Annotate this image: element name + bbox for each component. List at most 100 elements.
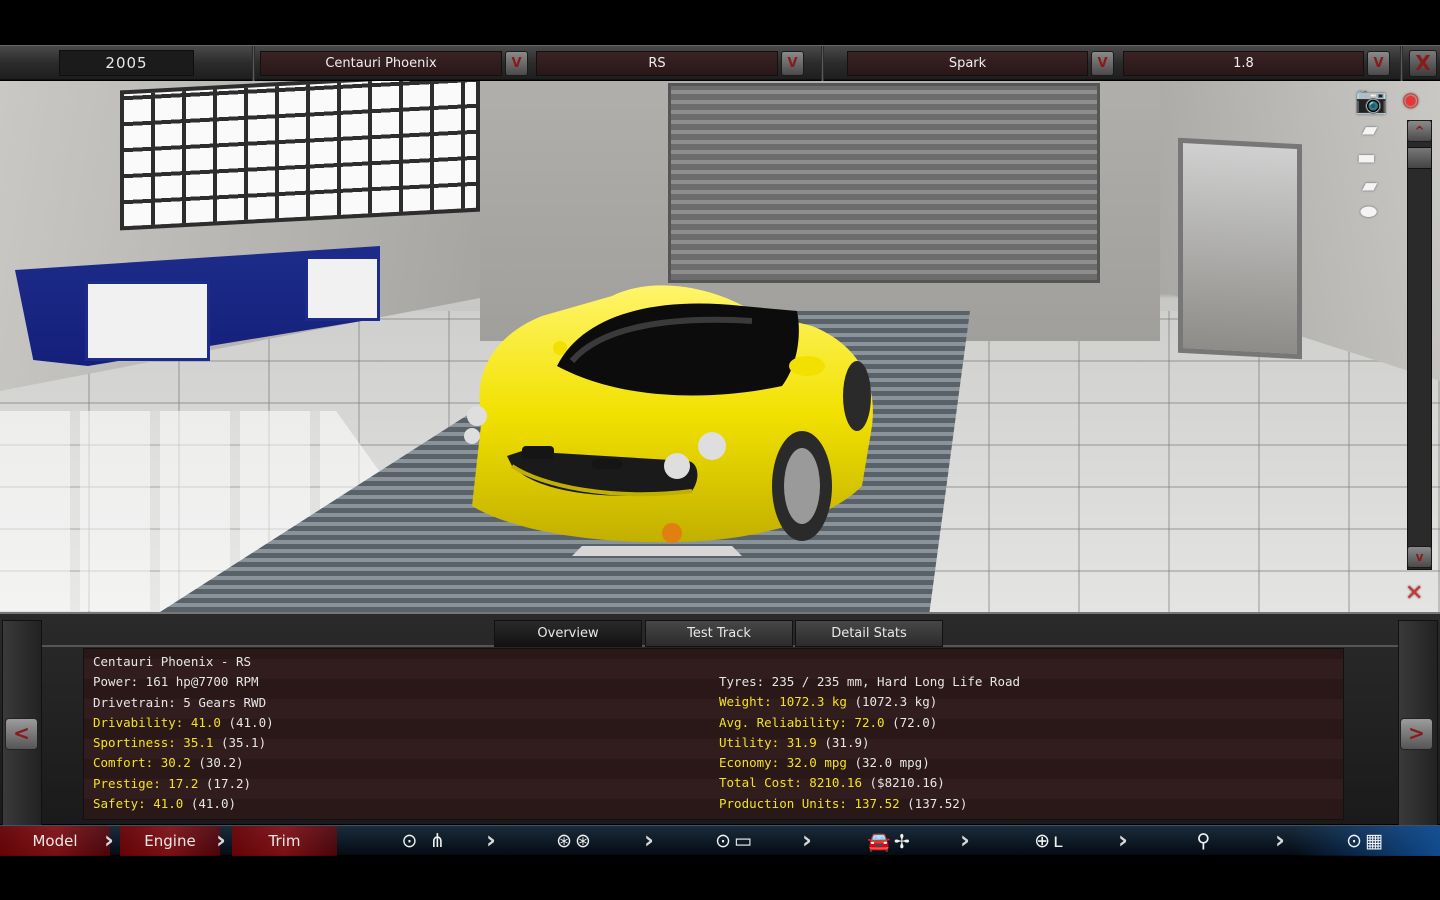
divider	[252, 46, 255, 81]
interior-icon: ⊕ʟ	[1034, 830, 1066, 852]
stat-value: (1072.3 kg)	[854, 694, 938, 710]
stat-label: Production Units: 137.52	[719, 795, 900, 811]
prev-button[interactable]: <	[5, 718, 38, 750]
side-door	[1178, 137, 1302, 360]
tab-overview[interactable]: Overview	[494, 620, 642, 647]
stat-row: Sportiness: 35.1 (35.1)	[93, 733, 274, 753]
close-button[interactable]: X	[1409, 50, 1437, 77]
info-panel: Overview Test Track Detail Stats < > Cen…	[0, 612, 1440, 826]
nav-interior[interactable]: ⊕ʟ	[1000, 826, 1100, 856]
chevron-right-icon: ›	[216, 826, 226, 854]
nav-trim[interactable]: Trim	[232, 826, 337, 856]
stat-value: (31.9)	[824, 734, 870, 750]
engine-dropdown[interactable]: Spark V	[847, 51, 1114, 76]
car-side-icon[interactable]: ▬	[1357, 145, 1376, 169]
stat-row: Production Units: 137.52 (137.52)	[719, 794, 1020, 814]
stat-label: Total Cost: 8210.16	[719, 775, 862, 791]
stat-value: (35.1)	[220, 735, 267, 751]
wheels-icon: ⊛⊛	[556, 830, 594, 852]
chassis-icon: ⊙▭	[715, 830, 755, 852]
car-model[interactable]	[452, 216, 877, 556]
stat-value: (72.0)	[892, 714, 938, 730]
stat-label: Utility: 31.9	[719, 734, 817, 750]
cabinet	[305, 256, 380, 321]
nav-body[interactable]: 🚘✢	[830, 826, 950, 856]
stat-row: Prestige: 17.2 (17.2)	[93, 774, 274, 794]
chevron-down-icon[interactable]: V	[1367, 51, 1390, 76]
suspension-icon: ⚲	[1196, 830, 1214, 852]
cabinet	[85, 281, 210, 361]
model-dropdown[interactable]: Centauri Phoenix V	[260, 51, 528, 76]
tab-test-track[interactable]: Test Track	[645, 620, 793, 647]
gearbox-icon: ⊙ ⋔	[401, 830, 449, 852]
tab-detail-stats[interactable]: Detail Stats	[795, 620, 943, 647]
nav-gearbox[interactable]: ⊙ ⋔	[370, 826, 480, 856]
nav-suspension[interactable]: ⚲	[1150, 826, 1260, 856]
stats-left-column: Centauri Phoenix - RS Power: 161 hp@7700…	[93, 652, 274, 814]
stat-value: (137.52)	[907, 795, 968, 811]
stat-value: (41.0)	[190, 796, 236, 812]
trim-dropdown[interactable]: RS V	[536, 51, 804, 76]
nav-finish[interactable]: ⊙▦	[1292, 826, 1440, 856]
stat-row: Weight: 1072.3 kg (1072.3 kg)	[719, 692, 1020, 712]
chevron-down-icon[interactable]: V	[781, 51, 804, 76]
stat-label: Safety: 41.0	[93, 796, 184, 812]
stat-label: Weight: 1072.3 kg	[719, 694, 847, 710]
stat-row: Comfort: 30.2 (30.2)	[93, 753, 274, 773]
chevron-right-icon: ›	[802, 826, 812, 854]
trim-value: RS	[536, 51, 778, 76]
year-display: 2005	[59, 50, 194, 76]
scrollbar-thumb[interactable]	[1407, 147, 1432, 169]
stat-row: Power: 161 hp@7700 RPM	[93, 672, 274, 692]
car-top-icon[interactable]: ⬬	[1360, 199, 1377, 223]
car-title: Centauri Phoenix - RS	[93, 654, 252, 669]
stat-row: Tyres: 235 / 235 mm, Hard Long Life Road	[719, 672, 1020, 692]
chevron-right-icon: ›	[1118, 826, 1128, 854]
stat-label: Sportiness: 35.1	[93, 735, 214, 751]
stat-row: Avg. Reliability: 72.0 (72.0)	[719, 713, 1020, 733]
scroll-up-button[interactable]: ^	[1407, 120, 1432, 142]
stat-row: Utility: 31.9 (31.9)	[719, 733, 1020, 753]
stat-value: (32.0 mpg)	[854, 755, 930, 771]
garage-window	[120, 81, 480, 231]
chevron-down-icon[interactable]: V	[1091, 51, 1114, 76]
nav-engine[interactable]: Engine	[120, 826, 220, 856]
displacement-dropdown[interactable]: 1.8 V	[1123, 51, 1390, 76]
camera-icon[interactable]: 📷	[1355, 86, 1387, 116]
chevron-right-icon: ›	[960, 826, 970, 854]
divider	[1400, 46, 1403, 81]
stat-value: ($8210.16)	[869, 775, 945, 791]
car-viewport[interactable]: 📷 ◉ ▰ ▬ ▰ ⬬ ^ v ✕	[0, 81, 1440, 612]
stat-label: Economy: 32.0 mpg	[719, 755, 847, 771]
nav-chassis[interactable]: ⊙▭	[680, 826, 790, 856]
stat-value: (41.0)	[228, 714, 274, 730]
stats-right-column: Tyres: 235 / 235 mm, Hard Long Life Road…	[719, 672, 1020, 814]
stat-label: Power: 161 hp@7700 RPM	[93, 674, 259, 690]
model-value: Centauri Phoenix	[260, 51, 502, 76]
stat-label: Avg. Reliability: 72.0	[719, 714, 885, 730]
stat-label: Comfort: 30.2	[93, 755, 191, 771]
car-front-icon[interactable]: ▰	[1362, 117, 1377, 141]
nav-model[interactable]: Model	[0, 826, 110, 856]
scroll-down-button[interactable]: v	[1407, 546, 1432, 568]
chevron-right-icon: ›	[486, 826, 496, 854]
stat-label: Prestige: 17.2	[93, 775, 199, 791]
nav-wheels[interactable]: ⊛⊛	[520, 826, 630, 856]
chevron-down-icon[interactable]: V	[505, 51, 528, 76]
chevron-right-icon: ›	[1275, 826, 1285, 854]
stat-row: Drivetrain: 5 Gears RWD	[93, 693, 274, 713]
stat-label: Drivetrain: 5 Gears RWD	[93, 694, 267, 710]
engine-value: Spark	[847, 51, 1088, 76]
vertical-scrollbar[interactable]	[1407, 120, 1432, 570]
reset-view-icon[interactable]: ✕	[1405, 581, 1423, 606]
body-aero-icon: 🚘✢	[867, 830, 913, 853]
stat-row: Safety: 41.0 (41.0)	[93, 794, 274, 814]
top-bar: 2005 Centauri Phoenix V RS V Spark V 1.8…	[0, 45, 1440, 81]
stat-label: Drivability: 41.0	[93, 714, 221, 730]
stat-row: Drivability: 41.0 (41.0)	[93, 713, 274, 733]
eye-icon[interactable]: ◉	[1402, 87, 1419, 111]
stat-row: Economy: 32.0 mpg (32.0 mpg)	[719, 753, 1020, 773]
chevron-right-icon: ›	[104, 826, 114, 854]
car-rear-icon[interactable]: ▰	[1362, 173, 1377, 197]
next-button[interactable]: >	[1400, 718, 1433, 750]
